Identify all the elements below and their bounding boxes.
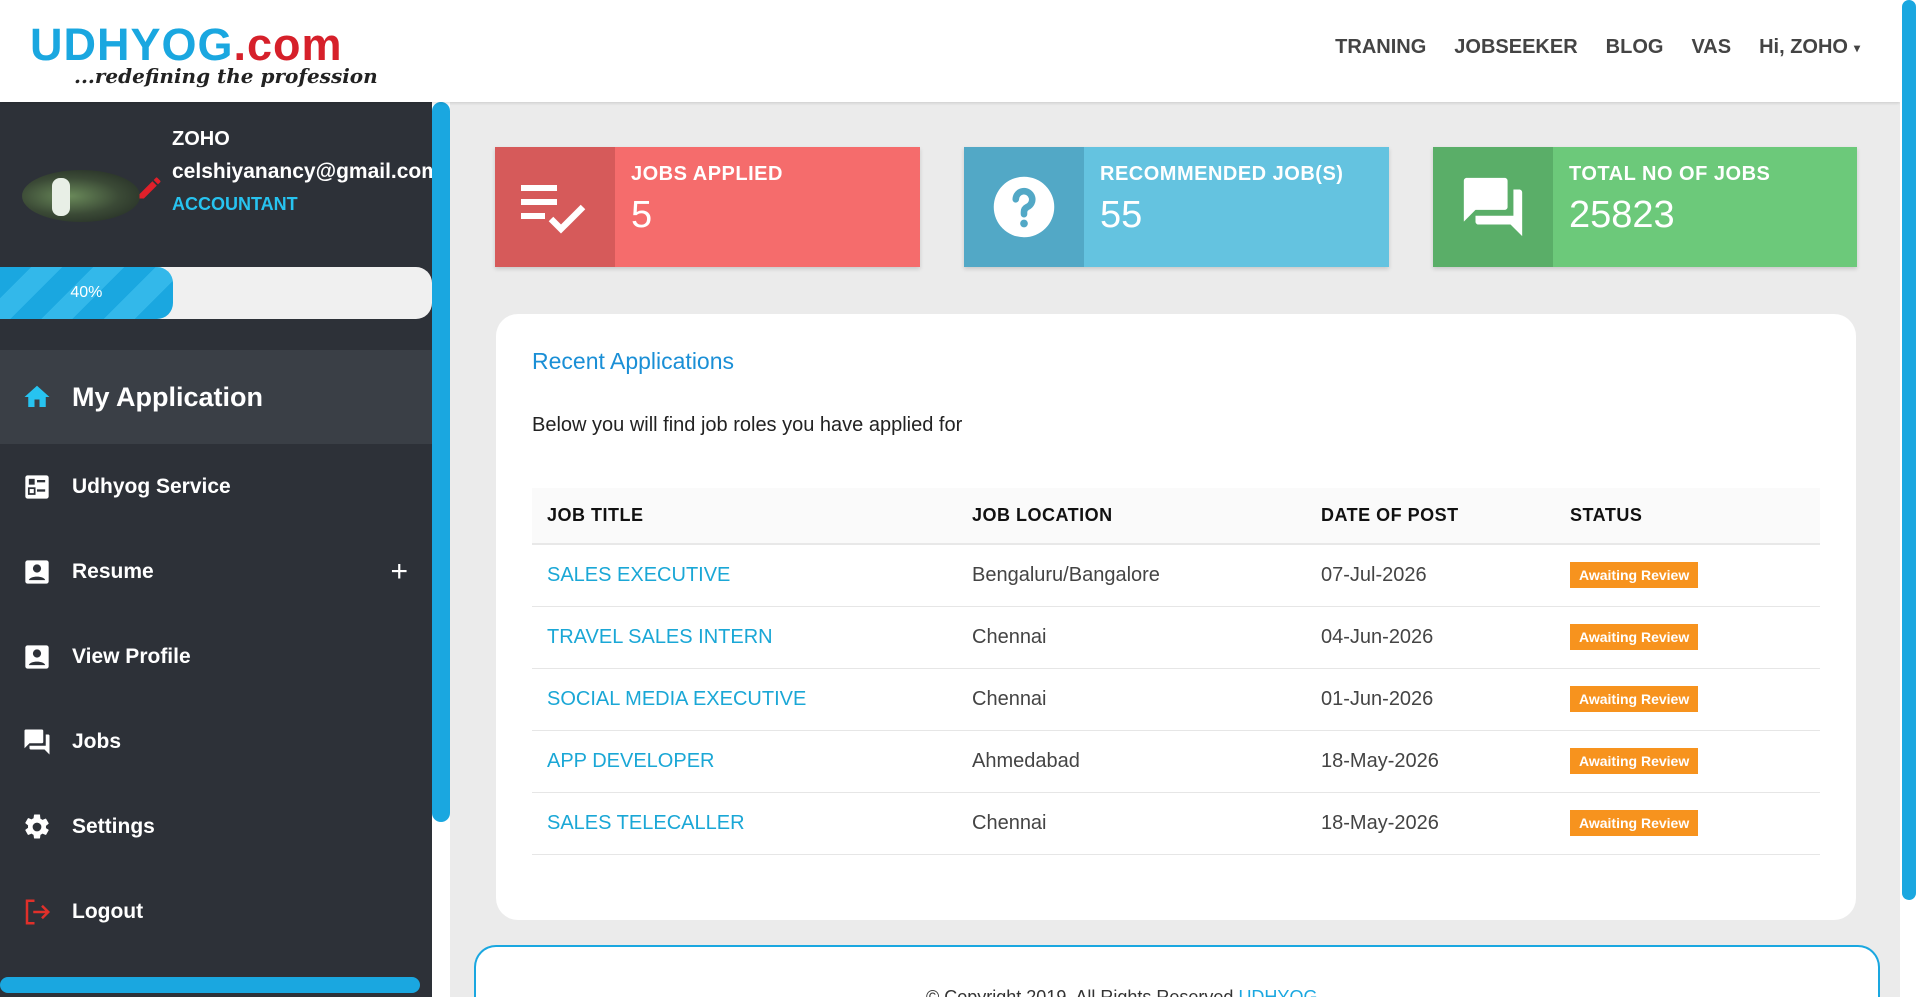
stat-card-jobs-applied[interactable]: JOBS APPLIED 5	[495, 147, 920, 267]
resume-icon	[22, 557, 52, 587]
job-date: 04-Jun-2026	[1306, 606, 1555, 669]
sidebar-item-settings[interactable]: Settings	[0, 784, 432, 869]
table-row: SALES EXECUTIVE Bengaluru/Bangalore 07-J…	[532, 544, 1820, 607]
footer: © Copyright 2019. All Rights Reserved UD…	[474, 945, 1880, 997]
table-header-row: JOB TITLE JOB LOCATION DATE OF POST STAT…	[532, 488, 1820, 545]
sidebar-item-logout[interactable]: Logout	[0, 869, 432, 954]
column-header-job-location: JOB LOCATION	[957, 488, 1306, 545]
status-badge: Awaiting Review	[1570, 686, 1699, 712]
table-row: SALES TELECALLER Chennai 18-May-2026 Awa…	[532, 792, 1820, 855]
chat-icon	[22, 727, 52, 757]
service-icon	[22, 472, 52, 502]
column-header-job-title: JOB TITLE	[532, 488, 957, 545]
status-badge: Awaiting Review	[1570, 810, 1699, 836]
profile-progress-bar: 40%	[0, 267, 432, 319]
nav-jobseeker[interactable]: JOBSEEKER	[1454, 36, 1577, 59]
profile-icon	[22, 642, 52, 672]
sidebar-horizontal-scrollbar[interactable]	[0, 977, 420, 993]
user-menu[interactable]: Hi, ZOHO ▾	[1759, 36, 1860, 59]
job-title-link[interactable]: TRAVEL SALES INTERN	[532, 606, 957, 669]
stat-value: 25823	[1569, 194, 1675, 236]
job-location: Bengaluru/Bangalore	[957, 544, 1306, 607]
sidebar-item-label: My Application	[72, 381, 264, 412]
column-header-date-of-post: DATE OF POST	[1306, 488, 1555, 545]
sidebar-menu: My Application Udhyog Service Resume + V…	[0, 350, 432, 954]
sidebar-scrollbar-thumb[interactable]	[432, 102, 450, 822]
table-row: TRAVEL SALES INTERN Chennai 04-Jun-2026 …	[532, 606, 1820, 669]
job-location: Chennai	[957, 668, 1306, 731]
profile-email: celshiyanancy@gmail.com	[172, 160, 432, 183]
page-scrollbar-thumb[interactable]	[1902, 0, 1916, 900]
table-row: SOCIAL MEDIA EXECUTIVE Chennai 01-Jun-20…	[532, 668, 1820, 731]
sidebar-item-resume[interactable]: Resume +	[0, 529, 432, 614]
progress-fill: 40%	[0, 267, 173, 319]
job-location: Ahmedabad	[957, 730, 1306, 793]
stat-card-total-jobs[interactable]: TOTAL NO OF JOBS 25823	[1433, 147, 1857, 267]
job-title-link[interactable]: SALES EXECUTIVE	[532, 544, 957, 607]
sidebar-item-label: Udhyog Service	[72, 474, 231, 498]
nav-training[interactable]: TRANING	[1335, 36, 1426, 59]
profile-role: ACCOUNTANT	[172, 194, 298, 214]
status-badge: Awaiting Review	[1570, 748, 1699, 774]
chat-icon	[1433, 147, 1553, 267]
udhyog-logo[interactable]: UDHYOG.com ...redefining the profession	[30, 19, 378, 89]
sidebar-item-jobs[interactable]: Jobs	[0, 699, 432, 784]
sidebar: ZOHO celshiyanancy@gmail.com ACCOUNTANT …	[0, 102, 432, 997]
recent-applications-title: Recent Applications	[532, 348, 735, 374]
stat-title: JOBS APPLIED	[631, 163, 783, 185]
edit-pencil-icon[interactable]	[136, 174, 164, 202]
job-date: 07-Jul-2026	[1306, 544, 1555, 607]
job-title-link[interactable]: APP DEVELOPER	[532, 730, 957, 793]
job-date: 18-May-2026	[1306, 792, 1555, 855]
avatar	[22, 170, 140, 222]
status-badge: Awaiting Review	[1570, 624, 1699, 650]
sidebar-item-label: Jobs	[72, 729, 122, 753]
sidebar-item-label: Logout	[72, 899, 144, 923]
job-title-link[interactable]: SALES TELECALLER	[532, 792, 957, 855]
sidebar-scrollbar[interactable]	[432, 102, 450, 997]
column-header-status: STATUS	[1555, 488, 1820, 545]
status-badge: Awaiting Review	[1570, 562, 1699, 589]
nav-vas[interactable]: VAS	[1691, 36, 1731, 59]
stat-value: 55	[1100, 194, 1143, 236]
stat-title: TOTAL NO OF JOBS	[1569, 163, 1771, 185]
sidebar-item-label: Resume	[72, 559, 154, 583]
job-date: 18-May-2026	[1306, 730, 1555, 793]
logo-suffix-text: .com	[233, 19, 343, 70]
job-location: Chennai	[957, 606, 1306, 669]
job-title-link[interactable]: SOCIAL MEDIA EXECUTIVE	[532, 668, 957, 731]
question-icon	[964, 147, 1084, 267]
recent-applications-panel: Recent Applications Below you will find …	[496, 314, 1856, 920]
table-row: APP DEVELOPER Ahmedabad 18-May-2026 Awai…	[532, 730, 1820, 793]
logo-main-text: UDHYOG	[30, 19, 234, 70]
top-header: UDHYOG.com ...redefining the profession …	[0, 0, 1900, 102]
stat-value: 5	[631, 194, 653, 236]
nav-blog[interactable]: BLOG	[1606, 36, 1664, 59]
page-scrollbar[interactable]	[1900, 0, 1919, 997]
profile-name: ZOHO	[172, 128, 230, 150]
job-date: 01-Jun-2026	[1306, 668, 1555, 731]
sidebar-item-my-application[interactable]: My Application	[0, 350, 432, 444]
home-icon	[22, 382, 52, 412]
logo-tagline: ...redefining the profession	[74, 64, 378, 88]
footer-udhyog-link[interactable]: UDHYOG	[1238, 987, 1317, 997]
user-menu-label: Hi, ZOHO	[1759, 36, 1848, 58]
profile-summary: ZOHO celshiyanancy@gmail.com ACCOUNTANT	[0, 102, 432, 262]
job-location: Chennai	[957, 792, 1306, 855]
sidebar-item-label: Settings	[72, 814, 155, 838]
sidebar-item-view-profile[interactable]: View Profile	[0, 614, 432, 699]
copyright-text: © Copyright 2019. All Rights Reserved	[926, 987, 1234, 997]
top-nav: TRANING JOBSEEKER BLOG VAS Hi, ZOHO ▾	[1307, 36, 1860, 59]
gear-icon	[22, 812, 52, 842]
sidebar-item-udhyog-service[interactable]: Udhyog Service	[0, 444, 432, 529]
stat-card-recommended-jobs[interactable]: RECOMMENDED JOB(S) 55	[964, 147, 1389, 267]
expand-plus-icon[interactable]: +	[390, 555, 408, 589]
logout-icon	[22, 897, 52, 927]
sidebar-item-label: View Profile	[72, 644, 191, 668]
stat-title: RECOMMENDED JOB(S)	[1100, 163, 1344, 185]
recent-applications-subtitle: Below you will find job roles you have a…	[532, 414, 963, 436]
caret-down-icon: ▾	[1853, 40, 1860, 55]
applications-table: JOB TITLE JOB LOCATION DATE OF POST STAT…	[532, 488, 1820, 855]
checklist-icon	[495, 147, 615, 267]
